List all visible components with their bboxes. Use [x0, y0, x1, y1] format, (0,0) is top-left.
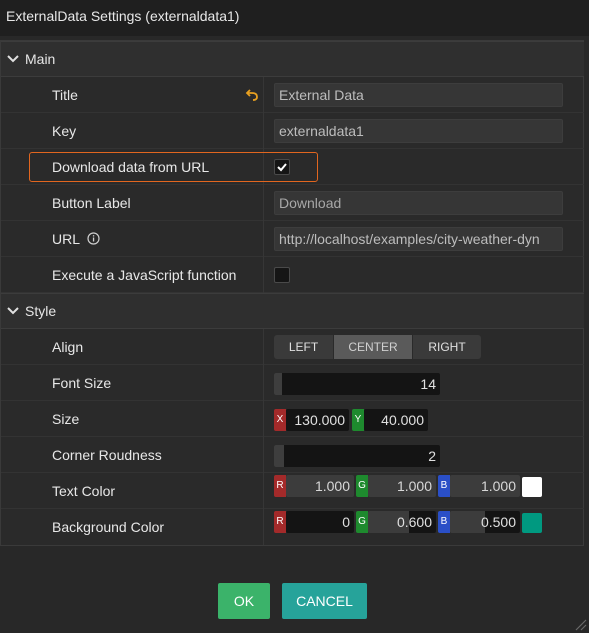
section-style-label: Style: [25, 303, 57, 319]
row-font-size: Font Size 14: [1, 365, 584, 401]
section-main-header[interactable]: Main: [1, 41, 584, 77]
bg-color-label: Background Color: [52, 519, 165, 535]
r-tag: R: [274, 475, 286, 497]
text-color-r-field[interactable]: 1.000: [286, 475, 354, 497]
row-corner: Corner Roudness 2: [1, 437, 584, 473]
b-tag: B: [438, 475, 450, 497]
corner-slider[interactable]: 2: [274, 445, 440, 467]
title-input[interactable]: External Data: [274, 83, 563, 107]
y-tag: Y: [352, 409, 364, 431]
align-center-button[interactable]: CENTER: [334, 335, 413, 359]
font-size-slider[interactable]: 14: [274, 373, 440, 395]
info-icon: [87, 232, 100, 245]
row-divider: [263, 473, 264, 509]
size-label: Size: [52, 411, 80, 427]
row-divider: [263, 113, 264, 149]
bg-color-swatch[interactable]: [522, 513, 542, 533]
chevron-down-icon: [1, 293, 25, 329]
align-left-button[interactable]: LEFT: [274, 335, 334, 359]
align-label: Align: [52, 339, 84, 355]
window-title: ExternalData Settings (externaldata1): [0, 0, 589, 36]
row-key: Key externaldata1: [1, 113, 584, 149]
row-divider: [263, 185, 264, 221]
exec-js-label: Execute a JavaScript function: [52, 267, 237, 283]
bg-color-r-field[interactable]: 0: [286, 511, 354, 533]
revert-icon[interactable]: [245, 88, 259, 102]
row-bg-color: Background Color R 0 G 0.600 B 0.500: [1, 509, 584, 545]
corner-label: Corner Roudness: [52, 447, 162, 463]
chevron-down-icon: [1, 41, 25, 77]
key-input[interactable]: externaldata1: [274, 119, 563, 143]
row-divider: [263, 77, 264, 113]
g-tag: G: [356, 475, 368, 497]
corner-value: 2: [428, 448, 436, 464]
slider-handle[interactable]: [274, 373, 282, 395]
text-color-b-field[interactable]: 1.000: [450, 475, 520, 497]
x-tag: X: [274, 409, 286, 431]
align-right-button[interactable]: RIGHT: [413, 335, 481, 359]
row-divider: [263, 401, 264, 437]
align-segmented-control: LEFT CENTER RIGHT: [274, 335, 481, 359]
title-label: Title: [52, 87, 78, 103]
resize-grip-icon[interactable]: [573, 617, 587, 631]
bg-color-b-field[interactable]: 0.500: [450, 511, 520, 533]
settings-panel: Main Title External Data Key externaldat…: [0, 40, 584, 546]
row-size: Size X 130.000 Y 40.000: [1, 401, 584, 437]
r-tag: R: [274, 511, 286, 533]
size-y-field[interactable]: 40.000: [364, 409, 428, 431]
ok-button[interactable]: OK: [218, 583, 270, 619]
key-label: Key: [52, 123, 77, 139]
exec-js-checkbox[interactable]: [274, 267, 290, 283]
b-tag: B: [438, 511, 450, 533]
row-divider: [263, 257, 264, 293]
row-divider: [263, 221, 264, 257]
text-color-label: Text Color: [52, 483, 116, 499]
font-size-value: 14: [420, 376, 436, 392]
url-label-wrap: URL: [52, 221, 100, 257]
slider-handle[interactable]: [274, 445, 284, 467]
url-label: URL: [52, 231, 80, 247]
row-divider: [263, 509, 264, 545]
row-divider: [263, 329, 264, 365]
row-divider: [263, 365, 264, 401]
text-color-g-field[interactable]: 1.000: [368, 475, 436, 497]
section-main-label: Main: [25, 51, 56, 67]
font-size-label: Font Size: [52, 375, 112, 391]
size-x-field[interactable]: 130.000: [286, 409, 349, 431]
section-style-header[interactable]: Style: [1, 293, 584, 329]
row-title: Title External Data: [1, 77, 584, 113]
row-url: URL http://localhost/examples/city-weath…: [1, 221, 584, 257]
row-button-label: Button Label Download: [1, 185, 584, 221]
button-label-input[interactable]: Download: [274, 191, 563, 215]
text-color-swatch[interactable]: [522, 477, 542, 497]
g-tag: G: [356, 511, 368, 533]
row-exec-js: Execute a JavaScript function: [1, 257, 584, 293]
row-text-color: Text Color R 1.000 G 1.000 B 1.000: [1, 473, 584, 509]
focus-highlight: [29, 152, 318, 182]
bg-color-g-field[interactable]: 0.600: [368, 511, 436, 533]
row-divider: [263, 437, 264, 473]
cancel-button[interactable]: CANCEL: [282, 583, 367, 619]
url-input[interactable]: http://localhost/examples/city-weather-d…: [274, 227, 563, 251]
button-label-label: Button Label: [52, 195, 131, 211]
row-align: Align LEFT CENTER RIGHT: [1, 329, 584, 365]
